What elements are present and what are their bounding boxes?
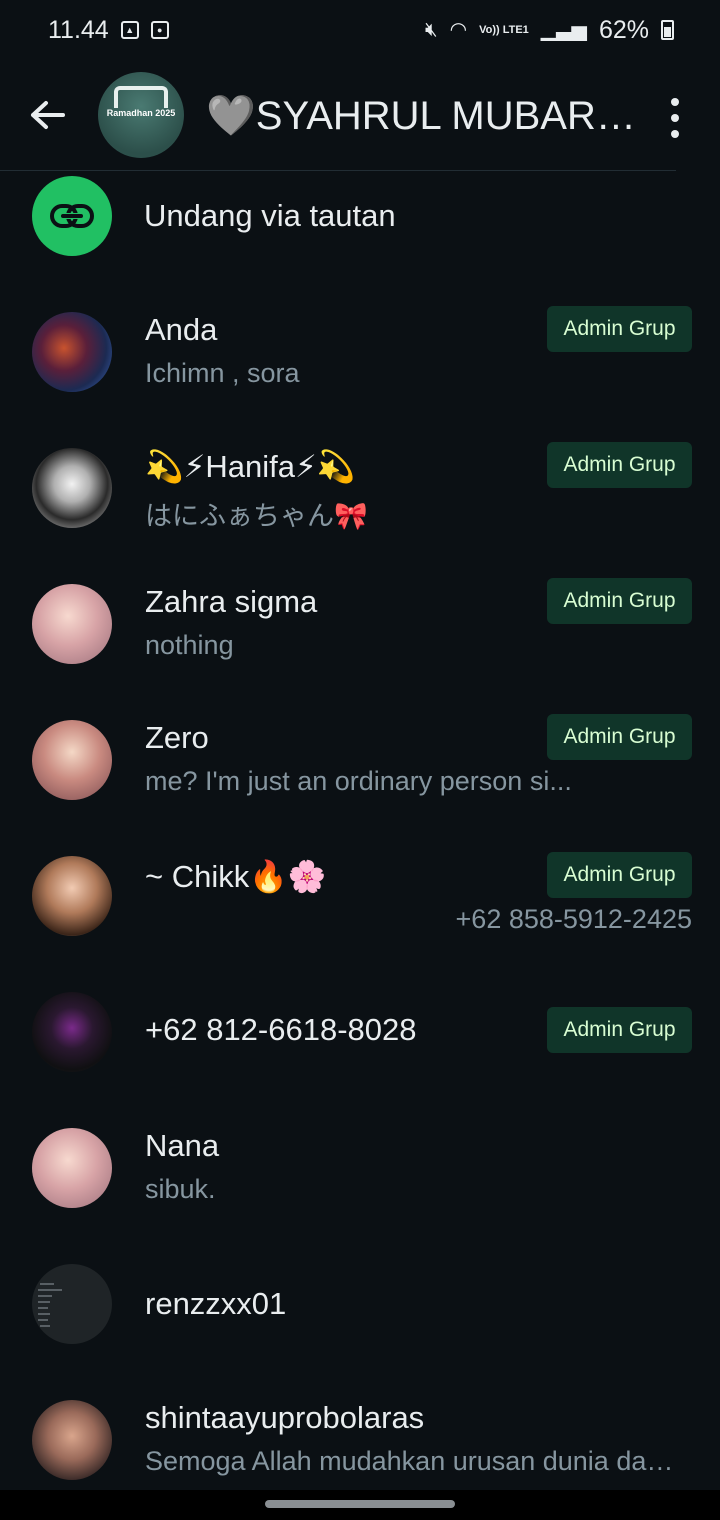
member-about: Semoga Allah mudahkan urusan dunia dan a… <box>145 1446 681 1476</box>
member-row[interactable]: +62 812-6618-8028 Admin Grup <box>0 992 720 1082</box>
member-row[interactable]: ~ Chikk🔥🌸 Admin Grup +62 858-5912-2425 <box>0 846 720 956</box>
member-row[interactable]: Zero me? I'm just an ordinary person si.… <box>0 708 720 818</box>
invite-via-link-row[interactable]: Undang via tautan <box>0 174 720 258</box>
admin-badge: Admin Grup <box>547 1007 692 1053</box>
signal-icon: ▁▃▅ <box>540 19 587 41</box>
system-nav-bar <box>0 1490 720 1520</box>
header-divider <box>0 170 676 171</box>
admin-badge: Admin Grup <box>547 442 692 488</box>
member-name: 💫⚡Hanifa⚡💫 <box>145 449 356 484</box>
avatar[interactable] <box>32 1128 112 1208</box>
avatar[interactable] <box>32 1264 112 1344</box>
avatar[interactable] <box>32 720 112 800</box>
admin-badge: Admin Grup <box>547 578 692 624</box>
member-row[interactable]: Anda Ichimn , sora Admin Grup <box>0 300 720 410</box>
mute-icon: 🔇︎ <box>425 19 438 41</box>
status-bar: 11.44 ▲ ● 🔇︎ ◠ Vo)) LTE1 ▁▃▅ 62% <box>0 0 720 60</box>
member-row[interactable]: Zahra sigma nothing Admin Grup <box>0 572 720 682</box>
member-name: Anda <box>145 312 218 347</box>
chat-header: Ramadhan 2025 🩶SYAHRUL MUBARAK 🩶 <box>0 60 720 170</box>
avatar[interactable] <box>32 1400 112 1480</box>
member-row[interactable]: renzzxx01 <box>0 1264 720 1354</box>
member-name: Nana <box>145 1128 220 1163</box>
more-options-icon[interactable] <box>660 98 690 138</box>
screen-record-icon: ● <box>150 21 169 39</box>
member-about: Ichimn , sora <box>145 358 300 388</box>
member-row[interactable]: Nana sibuk. <box>0 1116 720 1226</box>
back-arrow-icon[interactable] <box>0 60 96 170</box>
avatar[interactable] <box>32 992 112 1072</box>
avatar[interactable] <box>32 856 112 936</box>
avatar[interactable] <box>32 584 112 664</box>
wifi-icon: ◠ <box>449 19 468 41</box>
battery-icon <box>661 20 674 40</box>
member-name: Zero <box>145 720 209 755</box>
link-icon <box>32 176 112 256</box>
member-name: Zahra sigma <box>145 584 318 619</box>
member-name: shintaayuprobolaras <box>145 1400 425 1435</box>
group-title[interactable]: 🩶SYAHRUL MUBARAK 🩶 <box>206 92 642 139</box>
member-about: sibuk. <box>145 1174 216 1204</box>
admin-badge: Admin Grup <box>547 306 692 352</box>
member-row[interactable]: 💫⚡Hanifa⚡💫 はにふぁちゃん🎀 Admin Grup <box>0 436 720 546</box>
member-name: +62 812-6618-8028 <box>145 1012 417 1047</box>
admin-badge: Admin Grup <box>547 714 692 760</box>
home-gesture-handle[interactable] <box>265 1500 455 1508</box>
avatar[interactable] <box>32 312 112 392</box>
member-about: me? I'm just an ordinary person si... <box>145 766 572 796</box>
status-time: 11.44 <box>48 15 109 44</box>
image-icon: ▲ <box>120 21 139 39</box>
invite-label: Undang via tautan <box>144 198 396 233</box>
avatar[interactable] <box>32 448 112 528</box>
group-avatar[interactable]: Ramadhan 2025 <box>98 72 184 158</box>
member-about: はにふぁちゃん🎀 <box>145 501 368 531</box>
member-name: renzzxx01 <box>145 1286 287 1321</box>
member-name: ~ Chikk🔥🌸 <box>145 859 327 894</box>
member-about: nothing <box>145 630 234 660</box>
battery-percent: 62% <box>598 15 649 44</box>
network-label: Vo)) LTE1 <box>479 23 529 36</box>
member-row[interactable]: shintaayuprobolaras Semoga Allah mudahka… <box>0 1388 720 1488</box>
admin-badge: Admin Grup <box>547 852 692 898</box>
member-phone: +62 858-5912-2425 <box>455 904 692 934</box>
